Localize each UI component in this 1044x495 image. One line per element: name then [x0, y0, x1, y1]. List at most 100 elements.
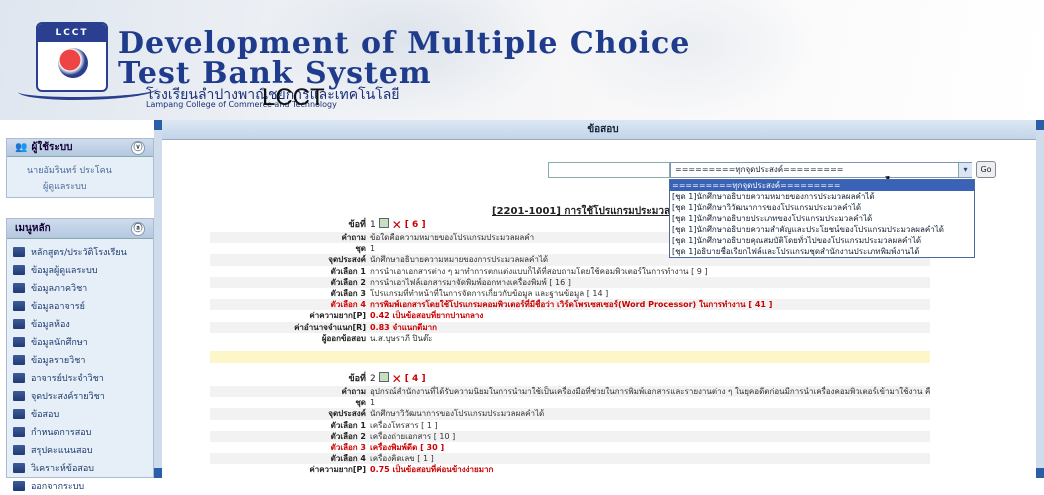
row-value: น.ส.บุษราภี ปินต๊ะ	[370, 333, 433, 343]
question-count: [ 4 ]	[404, 374, 426, 384]
row-label: คำถาม	[341, 387, 366, 396]
dropdown-option[interactable]: [ชุด 1]นักศึกษาอธิบายประเภทของโปรแกรมประ…	[670, 213, 974, 224]
scroll-down-arrow[interactable]	[154, 468, 162, 478]
row-value: เครื่องถ่ายเอกสาร [ 10 ]	[370, 431, 456, 441]
row-label: ผู้ออกข้อสอบ	[321, 333, 366, 343]
question-count: [ 6 ]	[404, 220, 426, 230]
row-label: ชุด	[355, 244, 366, 254]
menu-item-label: วิเคราะห์ข้อสอบ	[31, 464, 94, 474]
row-value: การนำเอาไฟล์เอกสารมาจัดพิมพ์ออกทางเครื่อ…	[370, 277, 571, 287]
menu-item[interactable]: ข้อมูลรายวิชา	[7, 351, 153, 369]
menu-item[interactable]: ข้อมูลภาควิชา	[7, 279, 153, 297]
row-label: ตัวเลือก 4	[330, 300, 366, 310]
user-panel: 👥 ผู้ใช้ระบบ ⓥ นายอัมรินทร์ ประโคน ผู้ดู…	[6, 138, 154, 198]
edit-icon[interactable]	[378, 218, 389, 228]
dropdown-option[interactable]: [ชุด 1]นักศึกษาอธิบายคุณสมบัติโดยทั่วไปข…	[670, 235, 974, 246]
menu-icon	[13, 409, 25, 419]
row-label: ค่าความยาก[P]	[309, 311, 366, 321]
row-label: ชุด	[355, 398, 366, 408]
question-number-label: ข้อที่	[348, 220, 367, 230]
question-row: ตัวเลือก 1 การนำเอาเอกสารต่าง ๆ มาทำการตก…	[210, 266, 930, 277]
delete-icon[interactable]: ✕	[392, 218, 402, 232]
row-label: ตัวเลือก 4	[330, 454, 366, 464]
question-row: จุดประสงค์ นักศึกษาวิวัฒนาการของโปรแกรมปร…	[210, 408, 930, 420]
menu-item[interactable]: ออกจากระบบ	[7, 477, 153, 495]
dropdown-option[interactable]: =========ทุกจุดประสงค์=========	[670, 180, 974, 191]
row-label: ตัวเลือก 2	[330, 431, 366, 441]
row-value: นักศึกษาวิวัฒนาการของโปรแกรมประมวลผลคำได…	[370, 409, 545, 419]
menu-item[interactable]: ข้อมูลห้อง	[7, 315, 153, 333]
menu-item-label: ข้อมูลอาจารย์	[31, 302, 85, 312]
menu-icon	[13, 301, 25, 311]
objective-select[interactable]: =========ทุกจุดประสงค์=========	[670, 162, 972, 178]
collapse-icon[interactable]: ⓐ	[131, 221, 145, 236]
scroll-up-arrow[interactable]	[154, 120, 162, 130]
row-value: การพิมพ์เอกสารโดยใช้โปรแกรมคอมพิวเตอร์ที…	[370, 300, 773, 310]
menu-item-label: อาจารย์ประจำวิชา	[31, 374, 104, 384]
menu-item-label: ข้อสอบ	[31, 410, 60, 420]
menu-icon	[13, 283, 25, 293]
main-menu-panel: เมนูหลัก ⓐ หลักสูตร/ประวัติโรงเรียน ข้อม…	[6, 218, 154, 492]
menu-item[interactable]: หลักสูตร/ประวัติโรงเรียน	[7, 243, 153, 261]
row-value: เครื่องพิมพ์ดีด [ 30 ]	[370, 442, 445, 452]
row-value: 0.83 จำแนกดีมาก	[370, 322, 437, 332]
menu-icon	[13, 337, 25, 347]
row-value: 0.75 เป็นข้อสอบที่ค่อนข้างง่ายมาก	[370, 465, 494, 475]
menu-panel-title: เมนูหลัก	[15, 223, 51, 234]
question-row: ตัวเลือก 4 เครื่องคิดเลข [ 1 ]	[210, 453, 930, 465]
chevron-down-icon[interactable]: ▾	[958, 163, 972, 177]
menu-icon	[13, 463, 25, 473]
question-row: คำถาม อุปกรณ์สำนักงานที่ได้รับความนิยมในก…	[210, 386, 930, 398]
row-value: เครื่องโทรสาร [ 1 ]	[370, 420, 438, 430]
menu-item-label: กำหนดการสอบ	[31, 428, 92, 438]
menu-item-label: ข้อมูลห้อง	[31, 320, 70, 330]
row-value: อุปกรณ์สำนักงานที่ได้รับความนิยมในการนำม…	[370, 387, 930, 396]
edit-icon[interactable]	[378, 372, 389, 382]
question-number-row: ข้อที่ 2 ✕ [ 4 ]	[210, 372, 930, 386]
row-label: ตัวเลือก 3	[330, 288, 366, 298]
dropdown-option[interactable]: [ชุด 1]นักศึกษาอธิบายความหมายของการประมว…	[670, 191, 974, 202]
menu-item[interactable]: ข้อสอบ	[7, 405, 153, 423]
main-content: ข้อสอบ =========ทุกจุดประสงค์========= ▾…	[162, 120, 1044, 478]
dropdown-option[interactable]: [ชุด 1]นักศึกษาอธิบายความสำคัญและประโยชน…	[670, 224, 974, 235]
logo-emblem	[58, 48, 88, 78]
menu-icon	[13, 481, 25, 491]
menu-item[interactable]: อาจารย์ประจำวิชา	[7, 369, 153, 387]
main-scrollbar[interactable]	[1036, 120, 1044, 478]
question-row: ตัวเลือก 3 โปรแกรมที่ทำหน้าที่ในการจัดการ…	[210, 288, 930, 299]
dropdown-option[interactable]: [ชุด 1]อธิบายชื่อเรียกไฟล์และโปรแกรมชุดส…	[670, 246, 974, 257]
question-number: 2	[370, 374, 376, 384]
question-row: ชุด 1	[210, 397, 930, 408]
search-input[interactable]	[548, 162, 670, 178]
question-row-answer: ตัวเลือก 3 เครื่องพิมพ์ดีด [ 30 ]	[210, 442, 930, 453]
menu-item-label: ข้อมูลรายวิชา	[31, 356, 86, 366]
sidebar-scrollbar[interactable]	[154, 120, 162, 478]
menu-item-label: ข้อมูลภาควิชา	[31, 284, 88, 294]
menu-item[interactable]: กำหนดการสอบ	[7, 423, 153, 441]
menu-item[interactable]: ข้อมูลอาจารย์	[7, 297, 153, 315]
row-value: 0.42 เป็นข้อสอบที่ยากปานกลาง	[370, 311, 484, 321]
row-label: คำถาม	[341, 233, 366, 242]
menu-item-label: หลักสูตร/ประวัติโรงเรียน	[31, 248, 127, 258]
dropdown-option[interactable]: [ชุด 1]นักศึกษาวิวัฒนาการของโปรแกรมประมว…	[670, 202, 974, 213]
question-row: ตัวเลือก 2 เครื่องถ่ายเอกสาร [ 10 ]	[210, 430, 930, 442]
row-label: ตัวเลือก 2	[330, 277, 366, 287]
delete-icon[interactable]: ✕	[392, 372, 402, 386]
user-panel-title: ผู้ใช้ระบบ	[31, 142, 73, 153]
collapse-icon[interactable]: ⓥ	[131, 140, 145, 155]
menu-item[interactable]: ข้อมูลผู้ดูแลระบบ	[7, 261, 153, 279]
scroll-up-arrow[interactable]	[1036, 120, 1044, 130]
menu-icon	[13, 427, 25, 437]
row-label: ตัวเลือก 1	[330, 266, 366, 276]
scroll-down-arrow[interactable]	[1036, 468, 1044, 478]
go-button[interactable]: Go	[976, 161, 996, 178]
menu-item[interactable]: จุดประสงค์รายวิชา	[7, 387, 153, 405]
menu-icon	[13, 355, 25, 365]
question-row: ตัวเลือก 2 การนำเอาไฟล์เอกสารมาจัดพิมพ์ออ…	[210, 276, 930, 288]
row-label: จุดประสงค์	[328, 409, 366, 419]
menu-item[interactable]: สรุปคะแนนสอบ	[7, 441, 153, 459]
menu-item-label: ข้อมูลผู้ดูแลระบบ	[31, 266, 98, 276]
menu-item[interactable]: วิเคราะห์ข้อสอบ	[7, 459, 153, 477]
menu-item[interactable]: ข้อมูลนักศึกษา	[7, 333, 153, 351]
user-role: ผู้ดูแลระบบ	[43, 182, 87, 192]
